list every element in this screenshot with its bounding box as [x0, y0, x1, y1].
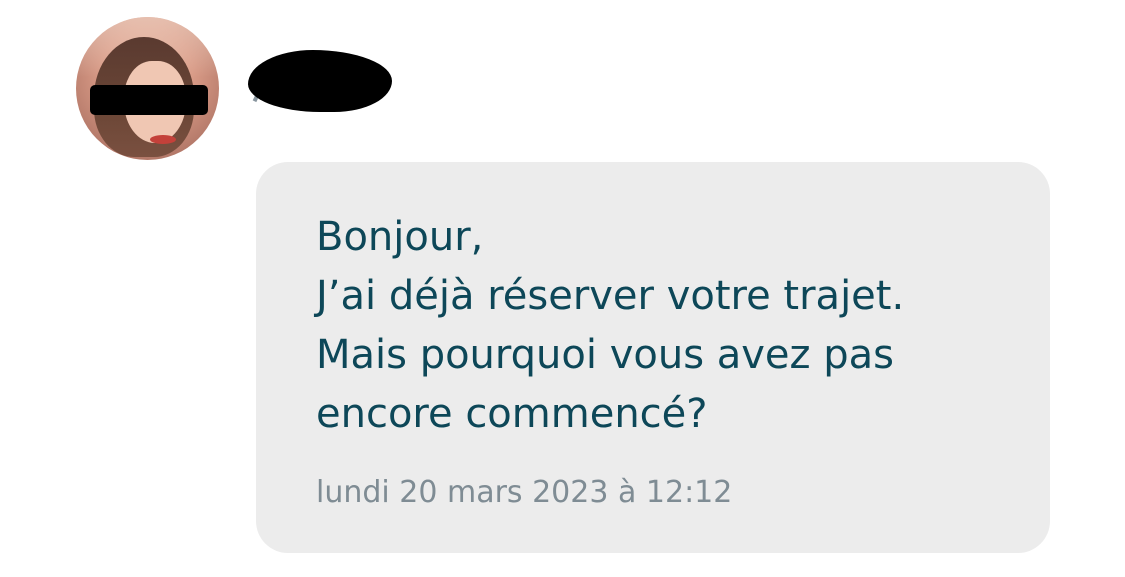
message-line: J’ai déjà réserver votre trajet. [316, 273, 905, 319]
avatar-redaction-bar [90, 85, 208, 115]
message-bubble: Bonjour, J’ai déjà réserver votre trajet… [256, 162, 1050, 553]
sender-avatar[interactable] [76, 17, 219, 160]
message-line: encore commencé? [316, 391, 708, 437]
message-text: Bonjour, J’ai déjà réserver votre trajet… [316, 208, 1016, 444]
sender-name-redaction [248, 50, 392, 112]
message-line: Mais pourquoi vous avez pas [316, 332, 894, 378]
avatar-lips [150, 135, 176, 144]
message-line: Bonjour, [316, 214, 484, 260]
message-timestamp: lundi 20 mars 2023 à 12:12 [316, 475, 733, 510]
